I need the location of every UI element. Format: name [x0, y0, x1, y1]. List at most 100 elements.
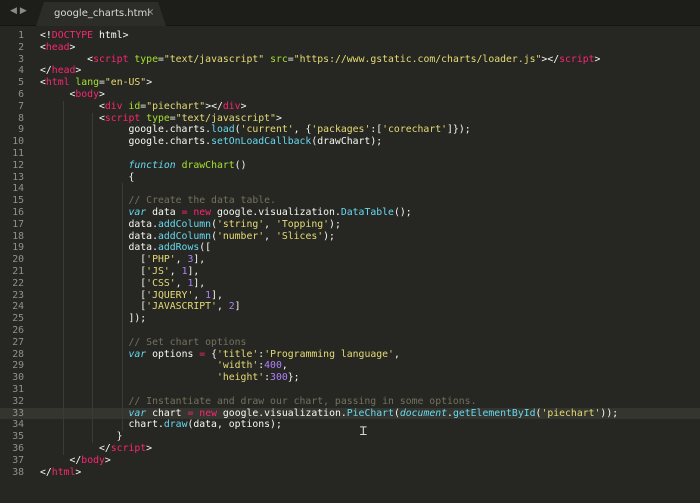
code-line[interactable]: 14	[0, 183, 700, 195]
code-line[interactable]: 4 </head>	[0, 65, 700, 77]
code-line[interactable]: 30 'height':300};	[0, 372, 700, 384]
code-token: script	[104, 112, 141, 124]
code-text: </script>	[40, 443, 152, 455]
code-line[interactable]: 2 <head>	[0, 42, 700, 54]
code-line[interactable]: 37 </body>	[0, 455, 700, 467]
code-line[interactable]: 21 ['JS', 1],	[0, 266, 700, 278]
code-token: >	[240, 100, 247, 112]
code-token: >	[146, 77, 153, 89]
line-number: 7	[18, 100, 24, 112]
code-token: {	[40, 171, 135, 183]
code-line[interactable]: 1 <!DOCTYPE html>	[0, 30, 700, 42]
code-token: [	[40, 301, 147, 313]
code-line[interactable]: 20 ['PHP', 3],	[0, 254, 700, 266]
code-line[interactable]: 18 data.addColumn('number', 'Slices');	[0, 231, 700, 243]
code-text: {	[40, 172, 134, 184]
code-token: ]	[234, 301, 241, 313]
code-line[interactable]: 9 google.charts.load('current', {'packag…	[0, 124, 700, 136]
line-number: 15	[12, 195, 24, 207]
code-line[interactable]: 36 </script>	[0, 443, 700, 455]
close-icon[interactable]: ×	[146, 7, 154, 18]
code-token: ([	[199, 242, 212, 254]
line-number: 9	[18, 124, 24, 136]
code-token: 300	[270, 372, 288, 384]
code-token: type	[146, 112, 170, 124]
code-line[interactable]: 23 ['JQUERY', 1],	[0, 290, 700, 302]
code-token: <!	[40, 30, 52, 41]
code-line[interactable]: 24 ['JAVASCRIPT', 2]	[0, 301, 700, 313]
code-token: ,	[281, 360, 288, 372]
code-line[interactable]: 38 </html>	[0, 467, 700, 479]
line-number: 26	[12, 325, 24, 336]
file-tab[interactable]: google_charts.html ×	[36, 2, 166, 26]
code-token: div	[104, 100, 123, 112]
code-text: // Instantiate and draw our chart, passi…	[40, 396, 476, 408]
code-token: , {	[293, 124, 312, 136]
code-line[interactable]: 19 data.addRows([	[0, 242, 700, 254]
code-token: ],	[193, 277, 206, 289]
code-token: options	[146, 348, 200, 360]
code-editor[interactable]: 1 <!DOCTYPE html> 2 <head> 3 <script type="t…	[0, 27, 700, 503]
code-line[interactable]: 3 <script type="text/javascript" src="ht…	[0, 54, 700, 66]
code-line[interactable]: 8 <script type="text/javascript">	[0, 113, 700, 125]
code-token: data	[146, 207, 182, 218]
line-number: 1	[18, 30, 24, 41]
code-token: ></	[205, 100, 223, 112]
code-token: );	[329, 218, 341, 230]
code-token: new	[193, 207, 212, 218]
code-token: html>	[93, 30, 129, 41]
code-text: data.addColumn('number', 'Slices');	[40, 230, 334, 243]
code-token: "text/javascript"	[175, 112, 276, 124]
code-line[interactable]: 13 {	[0, 172, 700, 184]
code-line[interactable]: 27 // Set chart options	[0, 337, 700, 349]
ibeam-cursor-icon: Ɪ	[360, 424, 367, 438]
code-line[interactable]: 25 ]);	[0, 313, 700, 325]
code-line[interactable]: 16 var data = new google.visualization.D…	[0, 207, 700, 219]
code-text: <!DOCTYPE html>	[40, 30, 128, 42]
code-line[interactable]: 5 <html lang="en-US">	[0, 77, 700, 89]
tab-title: google_charts.html	[54, 8, 151, 19]
line-number: 22	[12, 277, 24, 289]
code-text: var chart = new google.visualization.Pie…	[40, 408, 618, 420]
code-line[interactable]: 6 <body>	[0, 89, 700, 101]
code-token: ,	[264, 218, 276, 230]
code-line[interactable]: 11	[0, 148, 700, 160]
code-token: google.charts.	[40, 136, 212, 148]
code-token: </	[40, 466, 52, 478]
code-line[interactable]: 29 'width':400,	[0, 360, 700, 372]
code-token: }	[40, 431, 123, 443]
code-token: "piechart"	[146, 100, 206, 112]
code-line[interactable]: 22 ['CSS', 1],	[0, 278, 700, 290]
code-line[interactable]: 35 }	[0, 431, 700, 443]
line-number: 17	[12, 218, 24, 230]
code-token: >	[146, 443, 153, 454]
code-token: src	[270, 53, 288, 65]
line-number: 12	[12, 159, 24, 171]
code-token: </	[40, 443, 111, 454]
back-arrow-icon[interactable]: ◀	[10, 6, 20, 16]
code-line[interactable]: 17 data.addColumn('string', 'Topping');	[0, 219, 700, 231]
code-line[interactable]: 32 // Instantiate and draw our chart, pa…	[0, 396, 700, 408]
tab-bar: ◀▶ google_charts.html ×	[0, 0, 700, 26]
tab-navigation: ◀▶	[10, 6, 30, 20]
code-line[interactable]: 7 <div id="piechart"></div>	[0, 101, 700, 113]
code-text: ['JAVASCRIPT', 2]	[40, 301, 241, 313]
forward-arrow-icon[interactable]: ▶	[20, 6, 30, 16]
code-line[interactable]: 12 function drawChart()	[0, 160, 700, 172]
code-line[interactable]: 10 google.charts.setOnLoadCallback(drawC…	[0, 136, 700, 148]
code-token: chart.	[40, 419, 164, 431]
code-line[interactable]: 31	[0, 384, 700, 396]
code-token: div	[222, 100, 241, 112]
line-number: 34	[12, 419, 24, 431]
code-line[interactable]: 33 var chart = new google.visualization.…	[0, 407, 700, 420]
code-line[interactable]: 15 // Create the data table.	[0, 195, 700, 207]
code-token: data.	[40, 230, 158, 242]
code-line[interactable]: 34 chart.draw(data, options);	[0, 419, 700, 431]
code-token: load	[211, 124, 235, 136]
code-token: document	[399, 407, 448, 419]
code-text: <script type="text/javascript" src="http…	[40, 54, 600, 66]
code-line[interactable]: 26	[0, 325, 700, 337]
line-number: 24	[12, 301, 24, 313]
code-line[interactable]: 28 var options = {'title':'Programming l…	[0, 349, 700, 361]
